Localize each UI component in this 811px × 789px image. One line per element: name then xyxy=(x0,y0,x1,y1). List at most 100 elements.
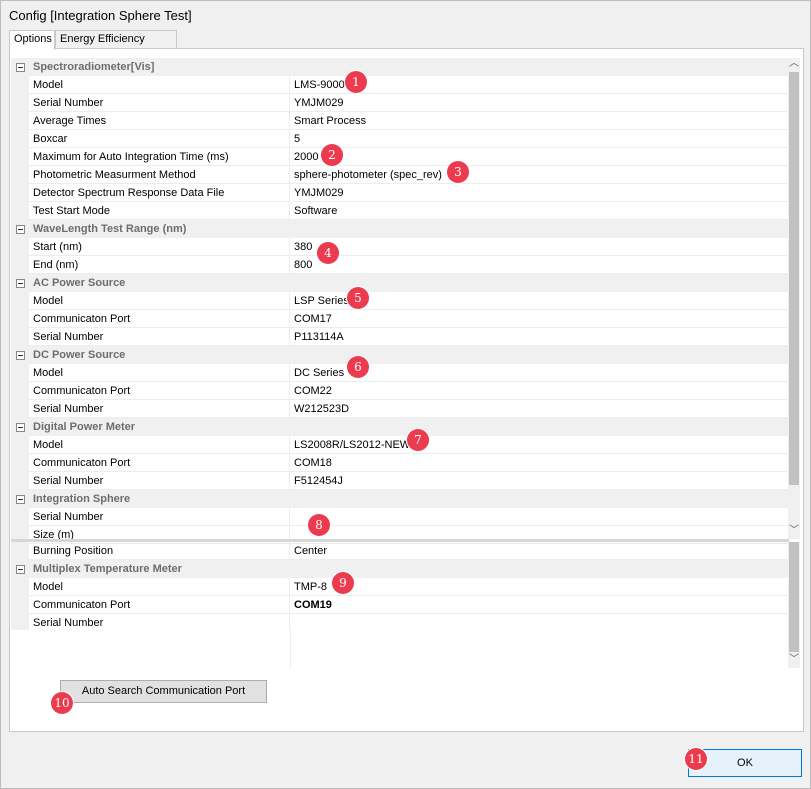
category-label: Spectroradiometer[Vis] xyxy=(33,61,155,73)
property-row[interactable]: Boxcar 5 xyxy=(11,130,789,148)
property-row[interactable]: Serial Number F512454J xyxy=(11,472,789,490)
annotation-badge: 4 xyxy=(317,242,339,264)
property-label: Test Start Mode xyxy=(29,202,290,220)
property-label: Detector Spectrum Response Data File xyxy=(29,184,290,202)
property-value[interactable]: sphere-photometer (spec_rev) xyxy=(290,166,789,184)
property-label: Boxcar xyxy=(29,130,290,148)
annotation-badge: 8 xyxy=(308,514,330,536)
grid-splitter[interactable] xyxy=(11,539,789,542)
property-value[interactable]: COM19 xyxy=(290,596,789,614)
property-row[interactable]: Maximum for Auto Integration Time (ms) 20… xyxy=(11,148,789,166)
property-row[interactable]: Communicaton Port COM17 xyxy=(11,310,789,328)
property-label: Average Times xyxy=(29,112,290,130)
vertical-scrollbar-lower[interactable]: ﹀ xyxy=(788,542,800,668)
scrollbar-thumb[interactable] xyxy=(789,542,799,652)
property-row[interactable]: Communicaton Port COM19 xyxy=(11,596,789,614)
property-label: Model xyxy=(29,76,290,94)
property-value[interactable]: YMJM029 xyxy=(290,94,789,112)
property-value[interactable]: YMJM029 xyxy=(290,184,789,202)
property-row[interactable]: Serial Number xyxy=(11,508,789,526)
category-multiplex-temperature-meter[interactable]: Multiplex Temperature Meter xyxy=(11,560,789,578)
property-row[interactable]: End (nm) 800 xyxy=(11,256,789,274)
property-value[interactable]: COM18 xyxy=(290,454,789,472)
property-row[interactable]: Model LS2008R/LS2012-NEW xyxy=(11,436,789,454)
property-row[interactable]: Average Times Smart Process xyxy=(11,112,789,130)
scrollbar-thumb[interactable] xyxy=(789,72,799,485)
property-row[interactable]: Communicaton Port COM18 xyxy=(11,454,789,472)
property-value[interactable]: COM22 xyxy=(290,382,789,400)
property-value[interactable]: Center xyxy=(290,542,789,560)
category-label: WaveLength Test Range (nm) xyxy=(33,223,187,235)
property-value[interactable]: 800 xyxy=(290,256,789,274)
property-value[interactable] xyxy=(290,508,789,526)
chevron-down-icon[interactable]: ﹀ xyxy=(788,654,800,666)
grid-empty-area xyxy=(11,630,789,668)
collapse-icon[interactable] xyxy=(16,351,25,360)
property-value[interactable]: W212523D xyxy=(290,400,789,418)
property-label: Communicaton Port xyxy=(29,382,290,400)
property-label: Serial Number xyxy=(29,400,290,418)
property-label: End (nm) xyxy=(29,256,290,274)
collapse-icon[interactable] xyxy=(16,423,25,432)
property-label: Model xyxy=(29,578,290,596)
property-value[interactable]: LS2008R/LS2012-NEW xyxy=(290,436,789,454)
category-label: Digital Power Meter xyxy=(33,421,136,433)
annotation-badge: 5 xyxy=(347,287,369,309)
property-row[interactable]: Serial Number W212523D xyxy=(11,400,789,418)
auto-search-communication-port-button[interactable]: Auto Search Communication Port xyxy=(60,680,267,703)
property-value[interactable]: COM17 xyxy=(290,310,789,328)
property-label: Photometric Measurment Method xyxy=(29,166,290,184)
property-row[interactable]: Serial Number P113114A xyxy=(11,328,789,346)
property-row[interactable]: Start (nm) 380 xyxy=(11,238,789,256)
collapse-icon[interactable] xyxy=(16,495,25,504)
category-wavelength[interactable]: WaveLength Test Range (nm) xyxy=(11,220,789,238)
category-integration-sphere[interactable]: Integration Sphere xyxy=(11,490,789,508)
property-row[interactable]: Detector Spectrum Response Data File YMJM… xyxy=(11,184,789,202)
property-grid: Spectroradiometer[Vis] Model LMS-9000 Ser… xyxy=(11,58,789,668)
category-dc-power-source[interactable]: DC Power Source xyxy=(11,346,789,364)
property-row[interactable]: Model TMP-8 xyxy=(11,578,789,596)
property-value[interactable]: Smart Process xyxy=(290,112,789,130)
collapse-icon[interactable] xyxy=(16,279,25,288)
property-label: Serial Number xyxy=(29,508,290,526)
annotation-badge: 9 xyxy=(332,572,354,594)
property-label: Serial Number xyxy=(29,94,290,112)
window-title: Config [Integration Sphere Test] xyxy=(9,8,192,23)
vertical-scrollbar-upper[interactable]: ︿ ﹀ xyxy=(788,58,800,539)
property-row[interactable]: Model DC Series xyxy=(11,364,789,382)
tab-options[interactable]: Options xyxy=(9,30,55,50)
property-row[interactable]: Model LSP Series xyxy=(11,292,789,310)
property-value[interactable]: F512454J xyxy=(290,472,789,490)
category-ac-power-source[interactable]: AC Power Source xyxy=(11,274,789,292)
tab-energy-efficiency-class[interactable]: Energy Efficiency Class xyxy=(55,30,177,62)
property-label: Burning Position xyxy=(29,542,290,560)
category-spectroradiometer[interactable]: Spectroradiometer[Vis] xyxy=(11,58,789,76)
property-value[interactable]: 380 xyxy=(290,238,789,256)
property-label: Communicaton Port xyxy=(29,596,290,614)
property-label: Communicaton Port xyxy=(29,454,290,472)
annotation-badge: 7 xyxy=(407,429,429,451)
collapse-icon[interactable] xyxy=(16,225,25,234)
category-digital-power-meter[interactable]: Digital Power Meter xyxy=(11,418,789,436)
property-label: Start (nm) xyxy=(29,238,290,256)
property-row[interactable]: Serial Number YMJM029 xyxy=(11,94,789,112)
chevron-up-icon[interactable]: ︿ xyxy=(788,58,800,70)
property-row[interactable]: Test Start Mode Software xyxy=(11,202,789,220)
property-value[interactable]: P113114A xyxy=(290,328,789,346)
property-label: Model xyxy=(29,436,290,454)
property-label: Serial Number xyxy=(29,328,290,346)
property-value[interactable]: 2000 xyxy=(290,148,789,166)
property-value[interactable]: 5 xyxy=(290,130,789,148)
collapse-icon[interactable] xyxy=(16,63,25,72)
property-row[interactable]: Photometric Measurment Method sphere-phot… xyxy=(11,166,789,184)
config-dialog: Config [Integration Sphere Test] Options… xyxy=(0,0,811,789)
property-value[interactable]: Software xyxy=(290,202,789,220)
collapse-icon[interactable] xyxy=(16,565,25,574)
annotation-badge: 1 xyxy=(345,71,367,93)
property-row[interactable]: Burning Position Center xyxy=(11,542,789,560)
property-row[interactable]: Model LMS-9000 xyxy=(11,76,789,94)
property-label: Model xyxy=(29,364,290,382)
property-row[interactable]: Communicaton Port COM22 xyxy=(11,382,789,400)
property-value[interactable]: TMP-8 xyxy=(290,578,789,596)
chevron-down-icon[interactable]: ﹀ xyxy=(788,525,800,537)
